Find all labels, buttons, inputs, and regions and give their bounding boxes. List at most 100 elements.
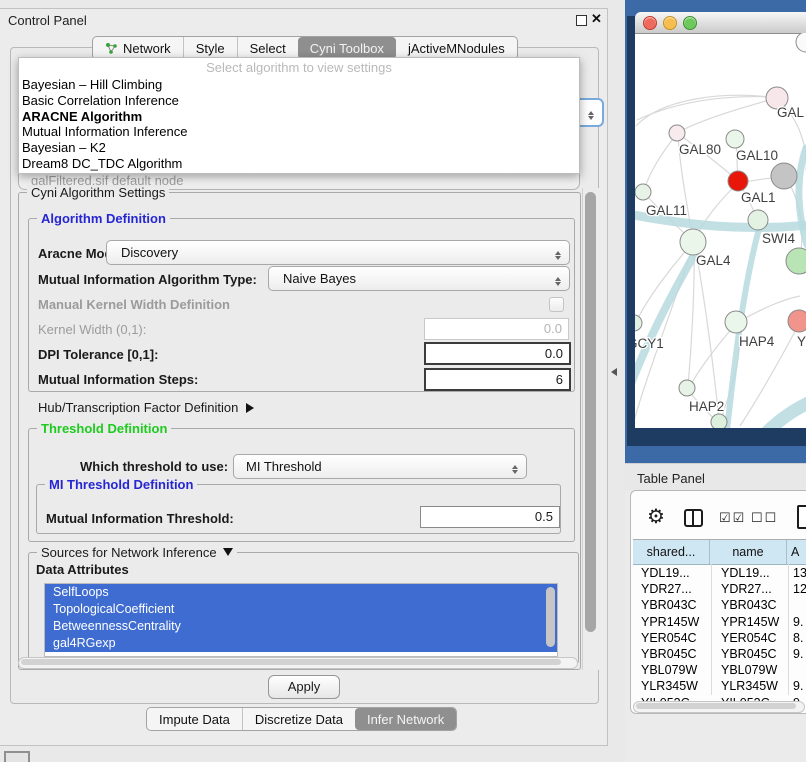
table-row[interactable]: YDR27...YDR27...12 <box>633 581 806 597</box>
network-node[interactable] <box>635 315 642 331</box>
table-hscrollbar[interactable] <box>633 701 805 713</box>
network-node[interactable] <box>669 125 685 141</box>
network-edge[interactable] <box>644 134 677 190</box>
tab-cyni-toolbox[interactable]: Cyni Toolbox <box>298 37 396 59</box>
chevron-down-icon <box>223 548 233 561</box>
network-node[interactable] <box>771 163 797 189</box>
data-attributes-items: SelfLoopsTopologicalCoefficientBetweenne… <box>45 584 557 652</box>
table-cell: YPR145W <box>721 614 788 630</box>
tab-style[interactable]: Style <box>183 37 237 59</box>
algorithm-option[interactable]: Dream8 DC_TDC Algorithm <box>19 156 579 172</box>
tab-select[interactable]: Select <box>237 37 298 59</box>
sources-hscrollbar-thumb[interactable] <box>21 659 561 665</box>
network-node[interactable] <box>635 184 651 200</box>
select-all-checkboxes-icon[interactable]: ☑☑ <box>719 510 746 526</box>
tab-impute-data[interactable]: Impute Data <box>147 708 242 730</box>
table-row[interactable]: YER054CYER054C8. <box>633 630 806 646</box>
table-cell: YBR045C <box>721 646 788 662</box>
table-row[interactable]: YPR145WYPR145W9. <box>633 614 806 630</box>
network-node[interactable] <box>788 310 806 332</box>
manual-kernel-width-checkbox[interactable] <box>549 297 564 312</box>
network-node[interactable] <box>786 248 806 274</box>
algorithm-option[interactable]: Basic Correlation Inference <box>19 93 579 109</box>
hub-definition-toggle[interactable]: Hub/Transcription Factor Definition <box>38 400 259 415</box>
network-node-label: HAP4 <box>739 334 775 349</box>
network-node[interactable] <box>711 414 727 428</box>
network-edge[interactable] <box>695 246 719 420</box>
minimize-window-button[interactable] <box>663 16 677 30</box>
column-header-third[interactable]: A <box>787 540 806 564</box>
data-attribute-item[interactable]: SelfLoops <box>45 584 557 601</box>
data-attribute-item[interactable]: BetweennessCentrality <box>45 618 557 635</box>
column-header-name[interactable]: name <box>710 540 787 564</box>
apply-button[interactable]: Apply <box>268 675 340 699</box>
table-row[interactable]: YBL079WYBL079W <box>633 662 806 678</box>
application-root: Control Panel ✕ Network Style Select Cyn… <box>0 0 806 762</box>
kernel-width-field[interactable]: 0.0 <box>424 318 569 340</box>
tab-jactivemnodules[interactable]: jActiveMNodules <box>396 37 517 59</box>
which-threshold-select[interactable]: MI Threshold <box>233 454 527 479</box>
table-panel-title: Table Panel <box>637 471 705 486</box>
algorithm-option[interactable]: Bayesian – Hill Climbing <box>19 77 579 93</box>
dpi-tolerance-field[interactable]: 0.0 <box>424 342 571 365</box>
panel-divider-collapse-icon[interactable] <box>607 368 617 376</box>
minimized-panel-icon[interactable] <box>4 751 30 762</box>
mi-algorithm-type-label: Mutual Information Algorithm Type: <box>38 272 257 287</box>
aracne-mode-select[interactable]: Discovery <box>106 240 570 265</box>
float-window-icon[interactable] <box>576 15 587 26</box>
tab-infer-network[interactable]: Infer Network <box>355 708 456 730</box>
attributes-scrollbar-thumb[interactable] <box>546 587 555 647</box>
network-node[interactable] <box>680 229 706 255</box>
algorithm-option[interactable]: Bayesian – K2 <box>19 140 579 156</box>
deselect-all-checkboxes-icon[interactable]: ☐☐ <box>751 510 778 526</box>
tab-discretize-data[interactable]: Discretize Data <box>242 708 355 730</box>
zoom-window-button[interactable] <box>683 16 697 30</box>
data-attribute-item[interactable]: gal4RGexp <box>45 635 557 652</box>
network-canvas[interactable]: GALGAL80GAL10GAL1GAL11SWI4GAL4GCY1HAP4YH… <box>635 33 806 428</box>
network-window-titlebar[interactable] <box>635 12 806 34</box>
table-cell: 13 <box>793 565 806 581</box>
table-row[interactable]: YBR043CYBR043C <box>633 597 806 613</box>
network-window[interactable]: GALGAL80GAL10GAL1GAL11SWI4GAL4GCY1HAP4YH… <box>635 12 806 428</box>
network-edge-thick[interactable] <box>766 401 806 428</box>
network-edge-thick[interactable] <box>799 148 806 245</box>
algorithm-option[interactable]: Mutual Information Inference <box>19 124 579 140</box>
data-attributes-list: SelfLoopsTopologicalCoefficientBetweenne… <box>44 583 558 657</box>
close-window-button[interactable] <box>643 16 657 30</box>
tab-network[interactable]: Network <box>93 37 183 59</box>
sources-group-title[interactable]: Sources for Network Inference <box>37 545 237 561</box>
table-row[interactable]: YBR045CYBR045C9. <box>633 646 806 662</box>
tab-select-label: Select <box>250 41 286 56</box>
columns-icon[interactable] <box>684 509 703 527</box>
table-hscrollbar-thumb[interactable] <box>636 703 796 709</box>
export-table-icon[interactable] <box>797 505 806 529</box>
network-node[interactable] <box>726 130 744 148</box>
network-node-label: GAL4 <box>696 253 731 268</box>
network-node[interactable] <box>748 210 768 230</box>
network-node-label: GCY1 <box>635 336 664 351</box>
table-row[interactable]: YLR345WYLR345W9. <box>633 678 806 694</box>
network-edge[interactable] <box>679 98 777 132</box>
network-node[interactable] <box>679 380 695 396</box>
data-attribute-item[interactable]: TopologicalCoefficient <box>45 601 557 618</box>
network-edge[interactable] <box>695 183 738 240</box>
table-cell: YPR145W <box>641 614 711 630</box>
network-edge[interactable] <box>637 97 775 120</box>
gear-icon[interactable]: ⚙ <box>647 507 665 527</box>
column-header-shared-name[interactable]: shared... <box>633 540 710 564</box>
mi-algorithm-type-select[interactable]: Naive Bayes <box>268 266 570 291</box>
stepper-arrows-icon <box>554 273 562 290</box>
sources-hscrollbar[interactable] <box>18 657 578 669</box>
network-node-label: GAL11 <box>646 203 687 218</box>
table-row[interactable]: YDL19...YDL19...13 <box>633 565 806 581</box>
mi-threshold-field[interactable]: 0.5 <box>420 506 560 528</box>
table-cell: YBL079W <box>721 662 788 678</box>
network-edge[interactable] <box>690 324 736 386</box>
network-node[interactable] <box>728 171 748 191</box>
network-node[interactable] <box>725 311 747 333</box>
mi-steps-field[interactable]: 6 <box>424 368 571 391</box>
algorithm-option[interactable]: ARACNE Algorithm <box>19 109 579 125</box>
close-icon[interactable]: ✕ <box>591 11 602 27</box>
network-node[interactable] <box>796 33 806 52</box>
settings-scrollbar-thumb[interactable] <box>585 192 596 632</box>
